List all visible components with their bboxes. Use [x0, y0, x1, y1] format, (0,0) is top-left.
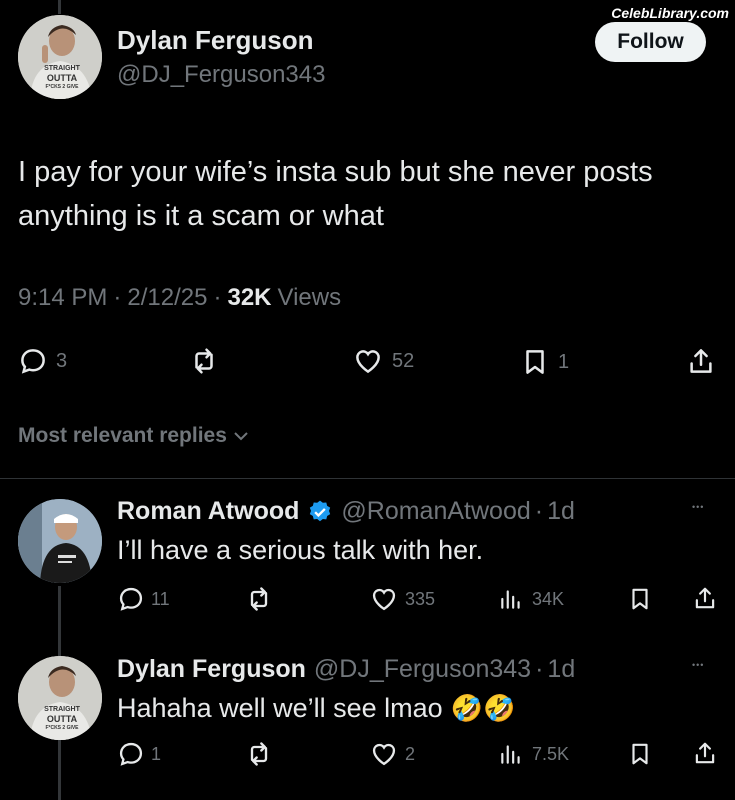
post-meta: 9:14 PM · 2/12/25 · 32K Views — [18, 284, 341, 312]
more-options-icon[interactable]: ••• — [692, 660, 704, 670]
post-text: I pay for your wife’s insta sub but she … — [18, 156, 653, 232]
reply-repost-action[interactable] — [244, 740, 274, 768]
repost-icon — [195, 348, 213, 374]
thread-line-top — [58, 0, 61, 14]
heart-icon — [356, 350, 380, 374]
analytics-icon — [501, 745, 520, 764]
bookmark-count: 1 — [558, 350, 570, 373]
reply-reply-action[interactable]: 11 — [117, 585, 170, 613]
shirt-text-2: OUTTA — [46, 73, 78, 83]
analytics-icon — [501, 590, 520, 609]
like-count: 52 — [392, 349, 415, 372]
divider — [0, 478, 735, 479]
like-count: 335 — [405, 588, 436, 609]
repost-icon — [250, 742, 268, 766]
shirt-text-1: STRAIGHT — [44, 706, 80, 713]
views-label: Views — [277, 284, 342, 311]
shirt-text-3: F*CKS 2 GIVE — [45, 725, 79, 731]
watermark: CelebLibrary.com — [611, 5, 729, 21]
reply-bookmark-action[interactable] — [627, 585, 653, 613]
follow-button[interactable]: Follow — [595, 22, 706, 62]
share-icon — [695, 587, 715, 609]
reply-like-action[interactable]: 335 — [369, 585, 435, 613]
share-icon — [690, 349, 712, 373]
reply-header: Dylan Ferguson @DJ_Ferguson343 · 1d — [117, 655, 575, 684]
heart-icon — [372, 743, 396, 766]
meta-separator: · — [213, 284, 222, 311]
replies-sort[interactable]: Most relevant replies — [18, 424, 250, 448]
shirt-text-3: F*CKS 2 GIVE — [45, 84, 79, 90]
bookmark-action[interactable]: 1 — [520, 346, 569, 378]
reply-like-action[interactable]: 2 — [369, 740, 415, 768]
reply-age[interactable]: 1d — [547, 497, 575, 526]
repost-action[interactable] — [188, 346, 220, 376]
thread-line-reply — [58, 586, 61, 656]
reply-reply-action[interactable]: 1 — [117, 740, 161, 768]
share-action[interactable] — [686, 345, 716, 377]
views-count: 32K — [227, 284, 272, 311]
post-time[interactable]: 9:14 PM — [18, 284, 107, 312]
share-icon — [695, 742, 715, 764]
reply-separator: · — [535, 655, 544, 683]
reply-author-name[interactable]: Dylan Ferguson — [117, 655, 306, 684]
reply-avatar[interactable] — [18, 499, 102, 583]
reply-author-handle[interactable]: @DJ_Ferguson343 — [314, 655, 531, 684]
verified-badge-icon — [310, 500, 331, 521]
reply-action[interactable]: 3 — [18, 346, 67, 376]
reply-count: 3 — [56, 349, 68, 372]
reply-text: I’ll have a serious talk with her. — [117, 535, 484, 565]
reply-avatar[interactable]: STRAIGHT OUTTA F*CKS 2 GIVE — [18, 656, 102, 740]
replies-sort-label: Most relevant replies — [18, 424, 227, 447]
chevron-down-icon — [234, 432, 248, 441]
reply-author-handle[interactable]: @RomanAtwood — [341, 497, 530, 526]
bookmark-icon — [632, 588, 648, 610]
reply-icon — [119, 587, 143, 611]
bookmark-icon — [632, 743, 648, 765]
views-count: 34K — [532, 588, 565, 609]
laughing-emoji: 🤣🤣 — [450, 693, 516, 723]
author-name[interactable]: Dylan Ferguson — [117, 25, 313, 56]
reply-count: 1 — [151, 743, 162, 764]
like-action[interactable]: 52 — [352, 346, 414, 376]
like-count: 2 — [405, 743, 416, 764]
author-avatar[interactable]: STRAIGHT OUTTA F*CKS 2 GIVE — [18, 15, 102, 99]
views-count: 7.5K — [532, 743, 570, 764]
reply-share-action[interactable] — [692, 739, 718, 767]
reply-separator: · — [534, 497, 544, 525]
shirt-text-1: STRAIGHT — [44, 65, 80, 72]
reply-count: 11 — [151, 588, 170, 609]
reply-age[interactable]: 1d — [547, 655, 575, 684]
reply-repost-action[interactable] — [244, 585, 274, 613]
reply-author-name[interactable]: Roman Atwood — [117, 497, 299, 526]
author-handle[interactable]: @DJ_Ferguson343 — [117, 61, 325, 89]
reply-views-action[interactable]: 7.5K — [498, 740, 569, 768]
reply-text: Hahaha well we’ll see lmao — [117, 693, 443, 723]
reply-views-action[interactable]: 34K — [498, 585, 564, 613]
reply-text-line: Hahaha well we’ll see lmao 🤣🤣 — [117, 693, 515, 724]
reply-bookmark-action[interactable] — [627, 740, 653, 768]
thread-line-bottom — [58, 738, 61, 800]
reply-icon — [119, 742, 143, 766]
more-options-icon[interactable]: ••• — [692, 502, 704, 512]
reply-icon — [21, 349, 45, 374]
reply-header: Roman Atwood @RomanAtwood · 1d — [117, 497, 575, 526]
reply-share-action[interactable] — [692, 584, 718, 612]
post-date[interactable]: 2/12/25 — [127, 284, 207, 312]
meta-separator: · — [113, 284, 122, 311]
bookmark-icon — [526, 350, 544, 374]
repost-icon — [250, 587, 268, 611]
heart-icon — [372, 588, 396, 611]
shirt-text-2: OUTTA — [46, 714, 78, 724]
